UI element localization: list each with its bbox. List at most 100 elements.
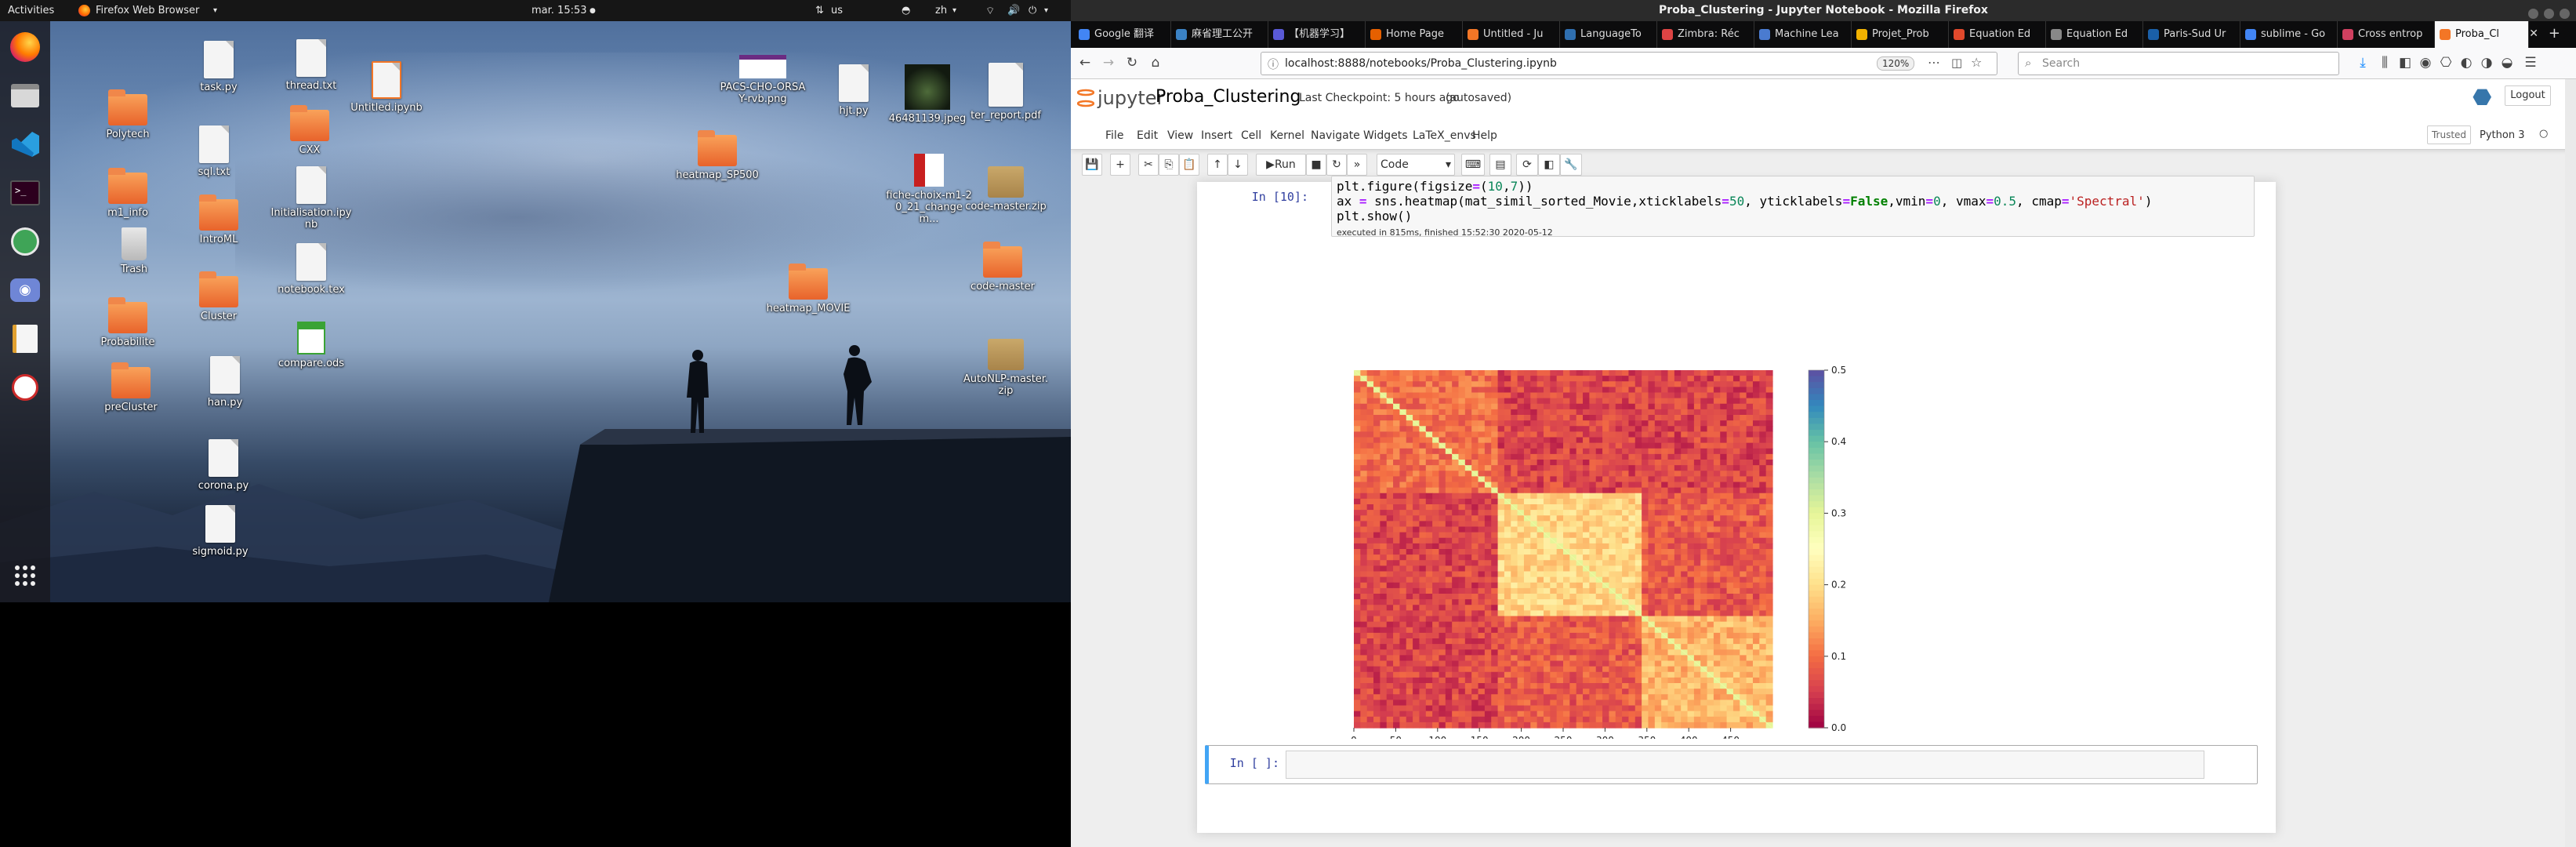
- desktop-icon-fiche-pdf[interactable]: fiche-choix-m1-20_21_changem...: [886, 154, 972, 225]
- desktop-icon-probabilite[interactable]: Probabilite: [85, 297, 171, 348]
- menu-kernel[interactable]: Kernel: [1270, 129, 1304, 142]
- desktop-icon-pacs-png[interactable]: PACS-CHO-ORSAY-rvb.png: [720, 55, 806, 105]
- firefox-launcher-icon[interactable]: [7, 29, 43, 65]
- page-actions-icon[interactable]: ⋯: [1928, 55, 1940, 70]
- hamburger-menu-icon[interactable]: ☰: [2521, 55, 2540, 71]
- desktop-icon-compare-ods[interactable]: compare.ods: [268, 322, 354, 369]
- app-menu[interactable]: Firefox Web Browser: [96, 5, 199, 16]
- library-icon[interactable]: ⫼: [2375, 55, 2394, 71]
- desktop-icon-heatmap-sp500[interactable]: heatmap_SP500: [674, 130, 760, 181]
- browser-tab[interactable]: Equation Ed: [1949, 21, 2046, 48]
- move-down-icon[interactable]: ↓: [1228, 154, 1248, 176]
- document-viewer-launcher-icon[interactable]: [7, 369, 43, 405]
- desktop-icon-precluster[interactable]: preCluster: [88, 362, 174, 413]
- desktop-icon-han-py[interactable]: han.py: [182, 356, 268, 409]
- refresh-icon[interactable]: ⟳: [1516, 154, 1538, 176]
- desktop-icon-initialisation-ipynb[interactable]: Initialisation.ipynb: [268, 166, 354, 231]
- cut-icon[interactable]: ✂: [1138, 154, 1159, 176]
- code-cell-selected[interactable]: In [ ]:: [1205, 745, 2258, 784]
- extension-icon-4[interactable]: ◒: [2498, 55, 2516, 71]
- browser-tab[interactable]: Machine Lea: [1754, 21, 1852, 48]
- interrupt-icon[interactable]: ■: [1306, 154, 1326, 176]
- browser-tab[interactable]: sublime - Go: [2240, 21, 2338, 48]
- code-editor-empty[interactable]: [1286, 751, 2204, 779]
- menu-file[interactable]: File: [1105, 129, 1123, 142]
- code-line-1[interactable]: plt.figure(figsize=(10,7)): [1337, 179, 1533, 194]
- desktop-icon-sql-txt[interactable]: sql.txt: [171, 125, 257, 178]
- forward-icon[interactable]: →: [1099, 55, 1118, 71]
- desktop-icon-code-master-zip[interactable]: code-master.zip: [963, 166, 1049, 213]
- text-editor-launcher-icon[interactable]: [7, 321, 43, 357]
- desktop-icon-untitled-ipynb[interactable]: Untitled.ipynb: [343, 61, 430, 114]
- menu-cell[interactable]: Cell: [1241, 129, 1261, 142]
- pocket-icon[interactable]: ◫: [1951, 56, 1962, 70]
- url-bar[interactable]: ⓘ localhost:8888/notebooks/Proba_Cluster…: [1261, 52, 1997, 75]
- show-applications-icon[interactable]: [7, 558, 43, 594]
- activities-button[interactable]: Activities: [8, 5, 54, 16]
- clock[interactable]: mar. 15:53: [532, 5, 587, 16]
- zoom-indicator[interactable]: 120%: [1877, 56, 1915, 71]
- back-icon[interactable]: ←: [1076, 55, 1094, 71]
- extension-icon-3[interactable]: ◑: [2477, 55, 2496, 71]
- home-icon[interactable]: ⌂: [1146, 55, 1165, 71]
- desktop-icon-m1-info[interactable]: m1_info: [85, 168, 171, 219]
- browser-tab[interactable]: Paris-Sud Ur: [2143, 21, 2240, 48]
- trusted-indicator[interactable]: Trusted: [2427, 125, 2471, 144]
- command-palette-icon[interactable]: ▤: [1489, 154, 1511, 176]
- search-placeholder[interactable]: Search: [2042, 57, 2080, 70]
- browser-tab[interactable]: Cross entrop: [2338, 21, 2435, 48]
- browser-tab[interactable]: Google 翻译: [1074, 21, 1171, 48]
- menu-help[interactable]: Help: [1472, 129, 1497, 142]
- restart-run-all-icon[interactable]: »: [1347, 154, 1367, 176]
- desktop-icon-corona-py[interactable]: corona.py: [180, 439, 267, 492]
- code-line-3[interactable]: plt.show(): [1337, 209, 1412, 224]
- browser-tab[interactable]: Proba_Cl: [2435, 21, 2529, 48]
- browser-tab[interactable]: Equation Ed: [2046, 21, 2143, 48]
- desktop-icon-introml[interactable]: IntroML: [176, 194, 262, 245]
- new-tab-icon[interactable]: +: [2549, 25, 2560, 42]
- volume-icon[interactable]: 🔊: [1007, 5, 1020, 16]
- search-bar[interactable]: ⌕ Search: [2018, 52, 2339, 75]
- desktop-icon-notebook-tex[interactable]: notebook.tex: [268, 243, 354, 296]
- minimize-icon[interactable]: [2528, 9, 2538, 19]
- menu-view[interactable]: View: [1167, 129, 1193, 142]
- account-icon[interactable]: ◉: [2416, 55, 2435, 71]
- restart-icon[interactable]: ↻: [1326, 154, 1347, 176]
- copy-icon[interactable]: ⎘: [1159, 154, 1179, 176]
- desktop-icon-cluster[interactable]: Cluster: [176, 271, 262, 322]
- desktop-icon-autonlp-zip[interactable]: AutoNLP-master.zip: [963, 339, 1049, 397]
- insert-cell-icon[interactable]: +: [1110, 154, 1130, 176]
- info-icon[interactable]: ⓘ: [1268, 56, 1279, 72]
- extension-icon-2[interactable]: ◐: [2457, 55, 2476, 71]
- power-icon[interactable]: ⏻: [1029, 5, 1036, 16]
- cell-type-select[interactable]: Code ▾: [1377, 154, 1455, 176]
- desktop-icon-cxx[interactable]: CXX: [267, 105, 353, 156]
- downloads-icon[interactable]: ⤓: [2353, 55, 2372, 71]
- desktop-icon-thread-txt[interactable]: thread.txt: [268, 39, 354, 92]
- bookmark-star-icon[interactable]: ☆: [1971, 55, 1982, 70]
- browser-tab[interactable]: Untitled - Ju: [1463, 21, 1560, 48]
- desktop-icon-task-py[interactable]: task.py: [176, 41, 262, 93]
- menu-insert[interactable]: Insert: [1201, 129, 1232, 142]
- desktop-icon-heatmap-movie[interactable]: heatmap_MOVIE: [765, 264, 851, 314]
- keyboard-layout-zh[interactable]: zh: [935, 5, 947, 16]
- browser-tab[interactable]: Zimbra: Réc: [1657, 21, 1754, 48]
- desktop-icon-trash[interactable]: Trash: [91, 227, 177, 275]
- menu-widgets[interactable]: Widgets: [1363, 129, 1408, 142]
- network-icon[interactable]: ⇅: [815, 5, 824, 16]
- keyboard-icon[interactable]: ⌨: [1461, 154, 1485, 176]
- reload-icon[interactable]: ↻: [1123, 55, 1141, 71]
- sidebar-icon[interactable]: ◧: [2396, 55, 2415, 71]
- browser-tab[interactable]: 【机器学习】: [1268, 21, 1366, 48]
- desktop-icon-jpeg[interactable]: 46481139.jpeg: [884, 64, 971, 125]
- maximize-icon[interactable]: [2544, 9, 2554, 19]
- run-button[interactable]: ▶ Run: [1256, 154, 1306, 176]
- move-up-icon[interactable]: ↑: [1207, 154, 1228, 176]
- save-icon[interactable]: 💾: [1082, 154, 1102, 176]
- terminal-launcher-icon[interactable]: >_: [7, 175, 43, 211]
- keyboard-layout-us[interactable]: us: [831, 5, 843, 16]
- browser-tab[interactable]: LanguageTo: [1560, 21, 1657, 48]
- code-cell[interactable]: In [10]: plt.figure(figsize=(10,7)) ax =…: [1197, 176, 2276, 331]
- menu-edit[interactable]: Edit: [1137, 129, 1158, 142]
- browser-tab[interactable]: 麻省理工公开: [1171, 21, 1268, 48]
